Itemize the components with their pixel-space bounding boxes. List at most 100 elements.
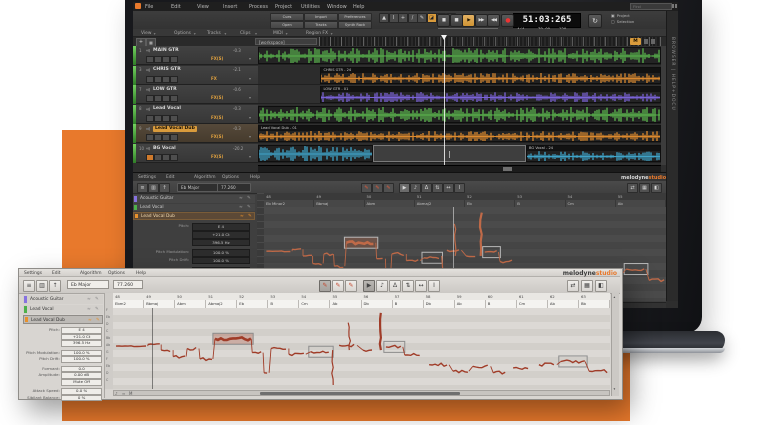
- formant-tool[interactable]: Δ: [421, 183, 432, 193]
- blob-icon[interactable]: ≈: [88, 318, 92, 323]
- track-name[interactable]: CHRIS GTR: [153, 67, 181, 72]
- mel-menu-settings[interactable]: Settings: [138, 175, 156, 180]
- mel-menu-settings[interactable]: Settings: [24, 271, 42, 276]
- search-input[interactable]: [630, 3, 672, 10]
- edit-pencil[interactable]: ✎: [383, 183, 394, 193]
- mel-menu-help[interactable]: Help: [250, 175, 260, 180]
- quick-import[interactable]: Import: [304, 13, 338, 21]
- pitch-tool[interactable]: ♪: [410, 183, 421, 193]
- chord-eb-4[interactable]: Eb: [465, 200, 515, 207]
- menu-insert[interactable]: Insert: [223, 4, 237, 10]
- inspector-value-9[interactable]: 0 %: [61, 395, 101, 402]
- track-btn-2[interactable]: [162, 95, 170, 102]
- timing-tool[interactable]: ↔: [443, 183, 454, 193]
- range-tool-icon[interactable]: I: [389, 13, 399, 23]
- amplitude-tool[interactable]: ⇅: [432, 183, 443, 193]
- clip-view-toggle[interactable]: ▥: [36, 280, 48, 292]
- track-btn-0[interactable]: [146, 134, 154, 141]
- quick-preferences[interactable]: Preferences: [338, 13, 372, 21]
- draw-tool-icon[interactable]: ✎: [417, 13, 427, 23]
- scroll-thumb[interactable]: [260, 392, 460, 395]
- footer-tool-0[interactable]: ♪: [115, 391, 118, 396]
- clip-low-gtr-01[interactable]: LOW GTR - 01: [320, 86, 661, 103]
- track-lane-lead-vocal-dub[interactable]: Lead Vocal Dub - 01: [258, 124, 661, 143]
- track-name[interactable]: MAIN GTR: [153, 48, 179, 53]
- track-header-lead-vocal[interactable]: 8Lead Vocal-0.3FX(S)▾: [133, 105, 258, 124]
- chord-ab-14[interactable]: Ab: [548, 300, 579, 308]
- check-selection[interactable]: ▢Selection: [611, 20, 634, 24]
- chord-abmaj2-3[interactable]: Abmaj2: [415, 200, 465, 207]
- fx-chip[interactable]: FX: [211, 77, 217, 81]
- formant-tool[interactable]: Δ: [389, 280, 401, 292]
- submenu-midi[interactable]: MIDI: [273, 31, 283, 36]
- edit-pencil[interactable]: ✎: [345, 280, 357, 292]
- track-btn-2[interactable]: [162, 154, 170, 161]
- amplitude-tool[interactable]: ⇅: [402, 280, 414, 292]
- track-header-chris-gtr[interactable]: 3CHRIS GTR-2.1FX▾: [133, 66, 258, 85]
- edit-icon[interactable]: ✎: [96, 318, 100, 323]
- chord-b-5[interactable]: B: [515, 200, 565, 207]
- scroll-thumb[interactable]: [503, 167, 512, 171]
- main-tool[interactable]: ▶: [363, 280, 375, 292]
- track-btn-1[interactable]: [154, 134, 162, 141]
- inspector-value-2[interactable]: 396.5 Hz: [61, 340, 101, 347]
- correct-pitch-macro[interactable]: ✎: [319, 280, 331, 292]
- track-btn-0[interactable]: [146, 154, 154, 161]
- track-btn-3[interactable]: [170, 95, 178, 102]
- track-name[interactable]: BG Vocal: [153, 146, 176, 151]
- track-header-bg-vocal[interactable]: 10BG Vocal-20.2FX(S)▾: [133, 144, 258, 163]
- clip-bg-vocal-24[interactable]: BG Vocal - 24: [526, 145, 661, 162]
- submenu-region-fx[interactable]: Region FX: [306, 31, 328, 36]
- blob-icon[interactable]: ≈: [87, 297, 91, 302]
- zoom-tool[interactable]: ◧: [651, 183, 662, 193]
- cycle-toggle[interactable]: ⇄: [627, 183, 638, 193]
- submenu-view[interactable]: View: [141, 31, 151, 36]
- inspector-value-1[interactable]: +21.0 Ct: [192, 231, 251, 239]
- submenu-clips[interactable]: Clips: [240, 31, 251, 36]
- mel-track-acoustic-guitar[interactable]: Acoustic Guitar≈✎: [133, 195, 255, 203]
- track-list-toggle[interactable]: ≡: [23, 280, 35, 292]
- cursor-tool-icon[interactable]: ▲: [379, 13, 389, 23]
- pause-button[interactable]: ▮▮: [437, 14, 450, 27]
- pitch-grid[interactable]: [113, 308, 610, 389]
- mel-menu-options[interactable]: Options: [222, 175, 239, 180]
- edit-icon[interactable]: ✎: [247, 205, 251, 210]
- track-btn-1[interactable]: [154, 56, 162, 63]
- inspector-value-5[interactable]: 0.0: [61, 366, 101, 373]
- track-btn-0[interactable]: [146, 115, 154, 122]
- edit-icon[interactable]: ✎: [95, 297, 99, 302]
- chord-cm-6[interactable]: Cm: [299, 300, 330, 308]
- rewind-button[interactable]: ◀◀: [487, 14, 500, 27]
- chord-b-9[interactable]: B: [393, 300, 424, 308]
- chord-db-10[interactable]: Db: [424, 300, 455, 308]
- zoom-tool[interactable]: ◧: [595, 280, 607, 292]
- track-btn-2[interactable]: [162, 56, 170, 63]
- track-btn-2[interactable]: [162, 134, 170, 141]
- track-btn-2[interactable]: [162, 115, 170, 122]
- chord-b-12[interactable]: B: [486, 300, 517, 308]
- mel-v-scrollbar[interactable]: ▴▾: [611, 293, 619, 396]
- main-tool[interactable]: ▶: [399, 183, 410, 193]
- track-btn-3[interactable]: [170, 154, 178, 161]
- menu-utilities[interactable]: Utilities: [301, 4, 320, 10]
- submenu-tracks[interactable]: Tracks: [207, 31, 221, 36]
- chord-ebm2-0[interactable]: Ebm2: [113, 300, 144, 308]
- daw-h-scrollbar[interactable]: [258, 165, 661, 172]
- track-btn-3[interactable]: [170, 115, 178, 122]
- fx-chip[interactable]: FX(S): [211, 155, 223, 159]
- track-header-main-gtr[interactable]: 1MAIN GTR-0.3FX(S)▾: [133, 46, 258, 65]
- timing-tool[interactable]: ↔: [415, 280, 427, 292]
- chord-bbmaj-1[interactable]: Bbmaj: [144, 300, 175, 308]
- mel-menu-options[interactable]: Options: [108, 271, 125, 276]
- snap-toggle[interactable]: ▦: [639, 183, 650, 193]
- track-btn-1[interactable]: [154, 95, 162, 102]
- track-header-low-gtr[interactable]: 7LOW GTR-0.6FX(S)▾: [133, 85, 258, 104]
- scale-select[interactable]: Eb Major: [67, 280, 109, 289]
- monitor-chip[interactable]: M: [630, 38, 641, 45]
- mel-track-lead-vocal-dub[interactable]: Lead Vocal Dub≈✎: [133, 212, 255, 220]
- workspace-select[interactable]: [workspace]: [255, 38, 317, 45]
- track-lane-low-gtr[interactable]: LOW GTR - 01: [258, 85, 661, 104]
- chord-cm-13[interactable]: Cm: [517, 300, 548, 308]
- inspector-value-4[interactable]: 100.0 %: [192, 257, 251, 265]
- quick-cues[interactable]: Cues: [270, 13, 304, 21]
